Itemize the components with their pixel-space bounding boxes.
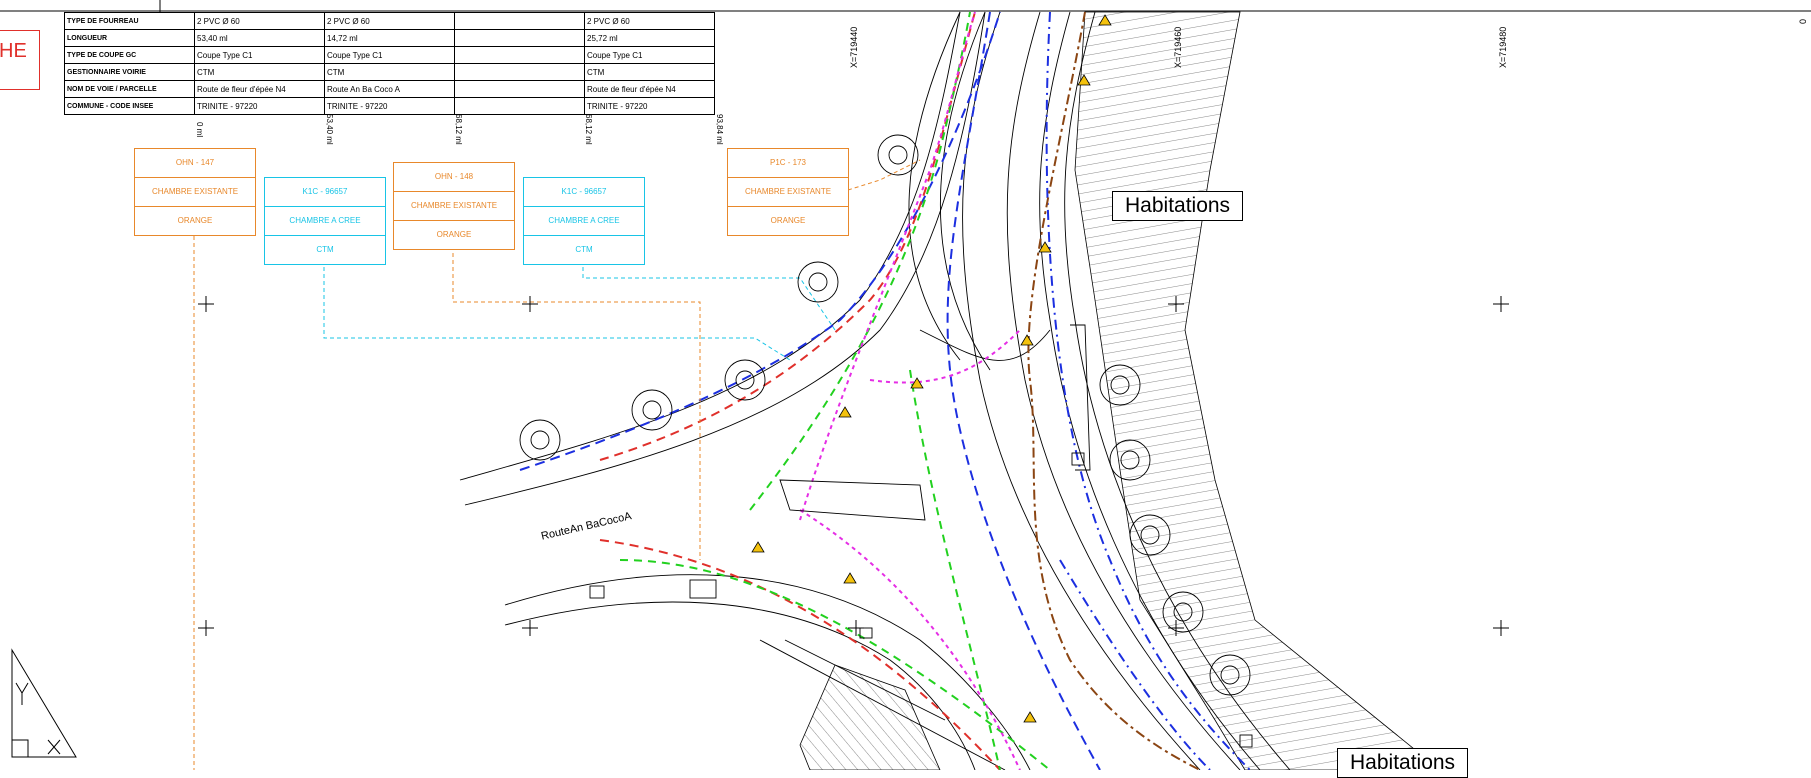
- row-label: COMMUNE - CODE INSEE: [64, 97, 195, 115]
- table-cell: TRINITE - 97220: [584, 97, 715, 115]
- table-cell: CTM: [324, 63, 455, 81]
- chamber-id: K1C - 96657: [561, 187, 607, 196]
- table-cell: Coupe Type C1: [324, 46, 455, 64]
- table-cell: Route An Ba Coco A: [324, 80, 455, 98]
- chamber-box-k1c-96657: K1C - 96657 CHAMBRE A CREE CTM: [264, 177, 386, 265]
- chamber-box-ohn-148: OHN - 148 CHAMBRE EXISTANTE ORANGE: [393, 162, 515, 250]
- chamber-status: CHAMBRE EXISTANTE: [394, 191, 514, 220]
- chamber-owner: ORANGE: [728, 206, 848, 235]
- chamber-id: OHN - 148: [434, 172, 474, 181]
- chamber-status: CHAMBRE A CREE: [524, 206, 644, 235]
- table-cell: CTM: [584, 63, 715, 81]
- table-cell: [454, 29, 585, 47]
- row-label: GESTIONNAIRE VOIRIE: [64, 63, 195, 81]
- trench-attribute-table: TYPE DE FOURREAU 2 PVC Ø 60 2 PVC Ø 60 2…: [64, 12, 715, 115]
- chamber-box-p1c-173: P1C - 173 CHAMBRE EXISTANTE ORANGE: [727, 148, 849, 236]
- chamber-status: CHAMBRE EXISTANTE: [135, 177, 255, 206]
- row-label: LONGUEUR: [64, 29, 195, 47]
- table-cell: [454, 97, 585, 115]
- table-cell: 25,72 ml: [584, 29, 715, 47]
- table-cell: Route de fleur d'épée N4: [194, 80, 325, 98]
- north-arrow-icon: [11, 648, 77, 758]
- table-cell: 2 PVC Ø 60: [584, 12, 715, 30]
- distance-label: 68,12 ml: [584, 114, 593, 145]
- network-plan-map: [0, 0, 1811, 770]
- table-cell: [454, 46, 585, 64]
- chamber-box-ohn-147: OHN - 147 CHAMBRE EXISTANTE ORANGE: [134, 148, 256, 236]
- table-row: NOM DE VOIE / PARCELLE Route de fleur d'…: [64, 80, 715, 98]
- distance-label: 68,12 ml: [454, 114, 463, 145]
- table-cell: Coupe Type C1: [584, 46, 715, 64]
- table-cell: [454, 12, 585, 30]
- chamber-owner: ORANGE: [394, 220, 514, 249]
- table-row: TYPE DE COUPE GC Coupe Type C1 Coupe Typ…: [64, 46, 715, 64]
- table-cell: 14,72 ml: [324, 29, 455, 47]
- table-row: COMMUNE - CODE INSEE TRINITE - 97220 TRI…: [64, 97, 715, 115]
- chamber-id: K1C - 96657: [302, 187, 348, 196]
- table-cell: CTM: [194, 63, 325, 81]
- table-cell: [454, 63, 585, 81]
- chamber-owner: CTM: [265, 235, 385, 264]
- chamber-owner: ORANGE: [135, 206, 255, 235]
- table-cell: 2 PVC Ø 60: [194, 12, 325, 30]
- table-cell: TRINITE - 97220: [324, 97, 455, 115]
- corner-label: 0: [1798, 18, 1808, 24]
- chamber-status: CHAMBRE EXISTANTE: [728, 177, 848, 206]
- table-row: GESTIONNAIRE VOIRIE CTM CTM CTM: [64, 63, 715, 81]
- chamber-box-k1c-96657: K1C - 96657 CHAMBRE A CREE CTM: [523, 177, 645, 265]
- table-row: TYPE DE FOURREAU 2 PVC Ø 60 2 PVC Ø 60 2…: [64, 12, 715, 30]
- distance-label: 53,40 ml: [325, 114, 334, 145]
- chamber-status: CHAMBRE A CREE: [265, 206, 385, 235]
- table-cell: Route de fleur d'épée N4: [584, 80, 715, 98]
- table-cell: TRINITE - 97220: [194, 97, 325, 115]
- zone-label-habitations: Habitations: [1337, 748, 1469, 778]
- row-label: TYPE DE FOURREAU: [64, 12, 195, 30]
- grid-coordinate: X=719440: [849, 26, 859, 68]
- stamp-text: HE: [0, 40, 27, 62]
- table-cell: 53,40 ml: [194, 29, 325, 47]
- distance-label: 93,84 ml: [715, 114, 724, 145]
- grid-coordinate: X=719480: [1498, 26, 1508, 68]
- chamber-id: P1C - 173: [769, 158, 807, 167]
- row-label: TYPE DE COUPE GC: [64, 46, 195, 64]
- chamber-id: OHN - 147: [175, 158, 215, 167]
- table-row: LONGUEUR 53,40 ml 14,72 ml 25,72 ml: [64, 29, 715, 47]
- table-cell: [454, 80, 585, 98]
- hatched-building: [799, 664, 941, 770]
- row-label: NOM DE VOIE / PARCELLE: [64, 80, 195, 98]
- table-cell: 2 PVC Ø 60: [324, 12, 455, 30]
- distance-label: 0 ml: [195, 122, 204, 138]
- zone-label-habitations: Habitations: [1112, 191, 1244, 221]
- red-stamp: HE: [0, 30, 40, 90]
- hatched-parcel: [1074, 11, 1441, 770]
- grid-coordinate: X=719460: [1173, 26, 1183, 68]
- chamber-owner: CTM: [524, 235, 644, 264]
- table-cell: Coupe Type C1: [194, 46, 325, 64]
